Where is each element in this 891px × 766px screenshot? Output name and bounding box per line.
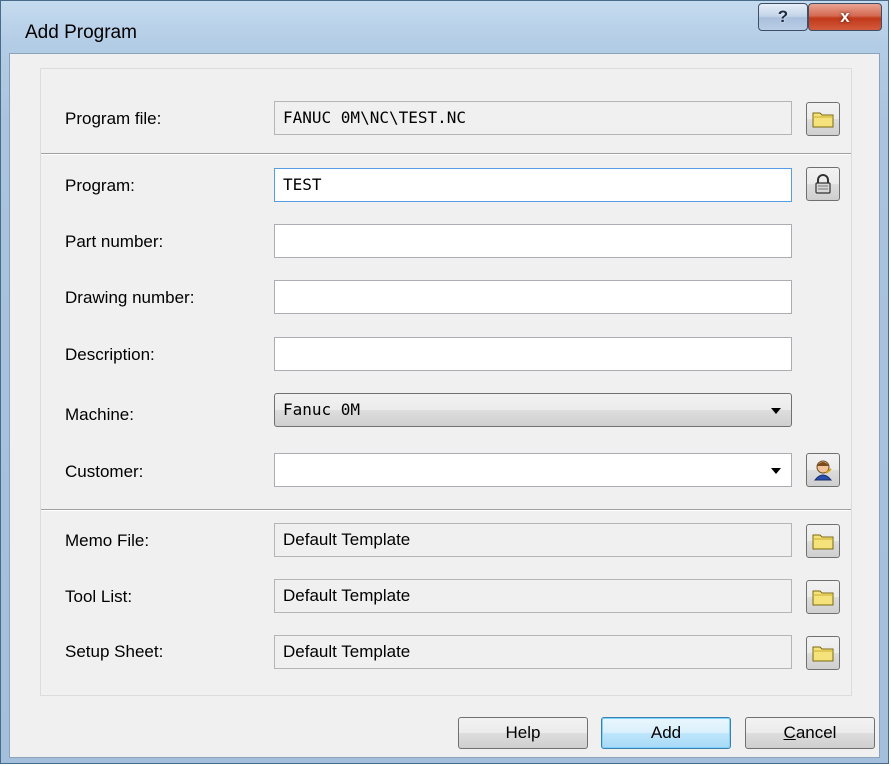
separator-top [41,153,851,155]
customer-select[interactable] [274,453,792,487]
description-input[interactable] [274,337,792,371]
description-label: Description: [65,345,155,364]
program-file-field: FANUC 0M\NC\TEST.NC [274,101,792,135]
folder-icon [812,646,834,662]
setup-sheet-label: Setup Sheet: [65,642,164,661]
folder-icon [812,590,834,606]
dialog-client-area: Program file: FANUC 0M\NC\TEST.NC Progra… [9,53,880,758]
cancel-label-rest: ancel [795,723,837,742]
machine-select[interactable]: Fanuc 0M [274,393,792,427]
program-input[interactable]: TEST [274,168,792,202]
close-icon: x [840,7,850,26]
part-number-input[interactable] [274,224,792,258]
tool-list-field: Default Template [274,579,792,613]
memo-file-browse-button[interactable] [806,524,840,558]
drawing-number-input[interactable] [274,280,792,314]
help-title-button[interactable]: ? [758,3,808,31]
tool-list-label: Tool List: [65,587,133,606]
separator-bottom [41,509,851,511]
chevron-down-icon [771,468,781,474]
help-button-label: Help [505,723,541,742]
program-file-label: Program file: [65,109,162,128]
add-button[interactable]: Add [601,717,731,749]
program-label: Program: [65,176,135,195]
lock-icon [815,174,831,194]
folder-icon [812,534,834,550]
cancel-accelerator: C [783,723,796,742]
cancel-button-label: Cancel [784,723,837,743]
customer-manage-button[interactable] [806,453,840,487]
chevron-down-icon [771,408,781,414]
help-button[interactable]: Help [458,717,588,749]
question-icon: ? [777,7,789,26]
program-lock-button[interactable] [806,167,840,201]
customer-label: Customer: [65,462,144,481]
program-file-browse-button[interactable] [806,102,840,136]
memo-file-field: Default Template [274,523,792,557]
memo-file-label: Memo File: [65,531,150,550]
dialog-window: Add Program ? x Program file: FANUC 0M\N… [0,0,889,764]
customer-icon [813,460,833,481]
title-bar[interactable]: Add Program ? x [1,1,888,53]
drawing-number-label: Drawing number: [65,288,195,307]
cancel-button[interactable]: Cancel [745,717,875,749]
add-button-label: Add [650,723,682,742]
setup-sheet-browse-button[interactable] [806,636,840,670]
machine-selected-value: Fanuc 0M [283,400,361,419]
close-button[interactable]: x [808,3,882,31]
window-title: Add Program [25,22,137,43]
tool-list-browse-button[interactable] [806,580,840,614]
form-panel: Program file: FANUC 0M\NC\TEST.NC Progra… [40,68,852,696]
machine-label: Machine: [65,405,134,424]
setup-sheet-field: Default Template [274,635,792,669]
folder-icon [812,112,834,128]
part-number-label: Part number: [65,232,164,251]
